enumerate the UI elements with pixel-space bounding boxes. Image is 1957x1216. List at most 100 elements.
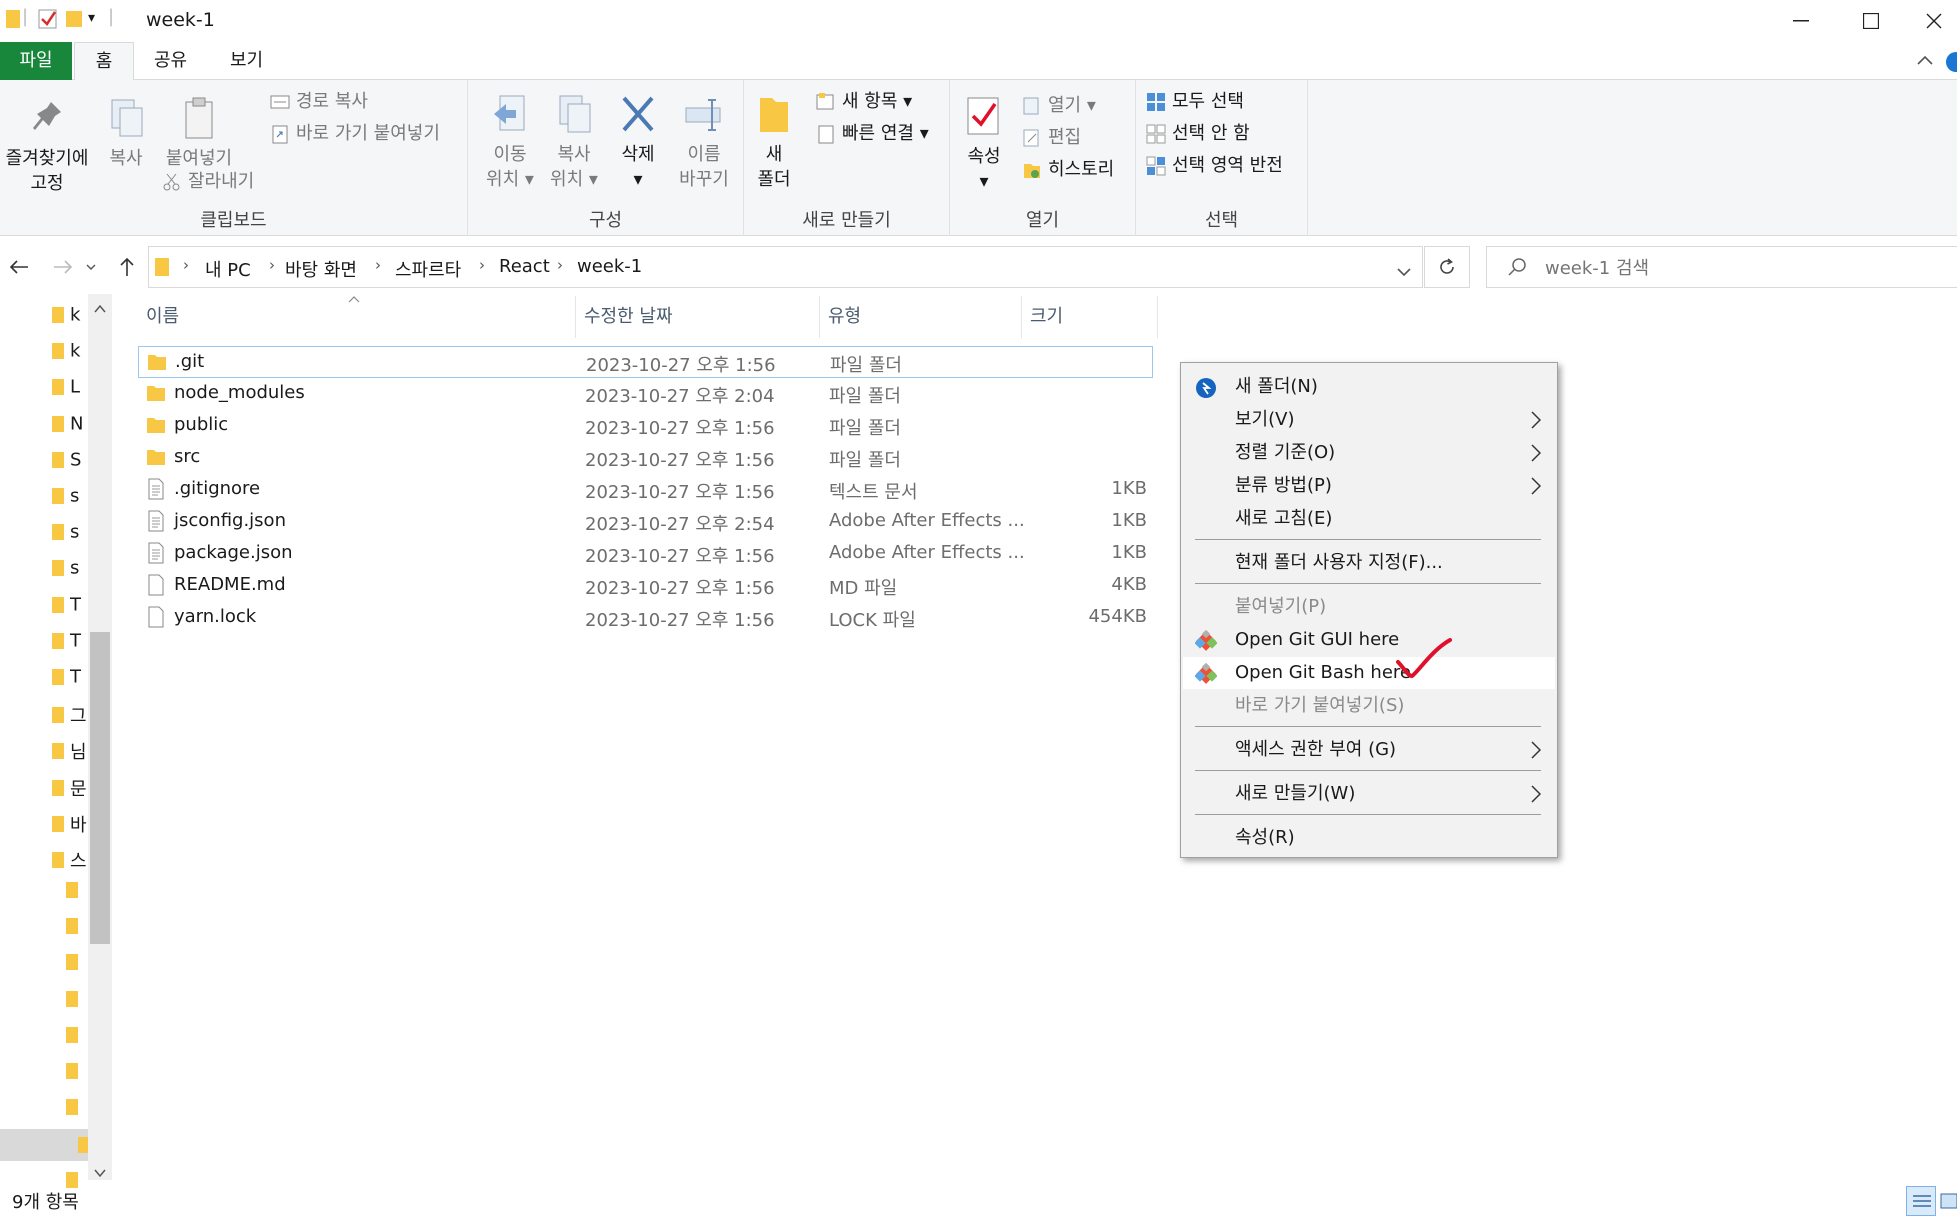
table-row[interactable]: public 2023-10-27 오후 1:56 파일 폴더 — [138, 410, 1153, 442]
table-row[interactable]: .git 2023-10-27 오후 1:56 파일 폴더 — [138, 346, 1153, 378]
address-history-chevron-icon[interactable] — [1397, 261, 1411, 282]
table-row[interactable]: yarn.lock 2023-10-27 오후 1:56 LOCK 파일 454KB — [138, 602, 1153, 634]
menu-item-f[interactable]: 현재 폴더 사용자 지정(F)... — [1183, 547, 1555, 579]
delete-button[interactable]: 삭제 ▾ — [610, 92, 666, 192]
menu-item-open-git-gui-here[interactable]: Open Git GUI here — [1183, 624, 1555, 656]
new-folder-icon[interactable] — [66, 8, 82, 35]
breadcrumb-desktop[interactable]: 바탕 화면 — [285, 256, 357, 282]
history-button[interactable]: 히스토리 — [1022, 156, 1114, 184]
nav-pane-item[interactable]: k — [52, 304, 80, 328]
nav-pane-item[interactable]: 문 — [52, 775, 87, 800]
edit-button[interactable]: 편집 — [1022, 124, 1081, 152]
nav-pane-item[interactable]: 바 — [52, 811, 87, 836]
nav-pane-item[interactable]: T — [52, 666, 81, 690]
quick-access-chevron-icon[interactable]: ▾ — [88, 10, 95, 26]
menu-item-o[interactable]: 정렬 기준(O) — [1183, 437, 1555, 469]
tab-home[interactable]: 홈 — [74, 42, 134, 81]
menu-item-n[interactable]: 새 폴더(N) — [1183, 371, 1555, 403]
menu-item-r[interactable]: 속성(R) — [1183, 822, 1555, 854]
paste-shortcut-button[interactable]: 바로 가기 붙여넣기 — [270, 120, 440, 148]
easy-access-button[interactable]: 빠른 연결 ▾ — [816, 120, 929, 148]
nav-pane-scrollbar[interactable] — [88, 294, 112, 1180]
move-to-button[interactable]: 이동 위치 ▾ — [480, 92, 540, 192]
recent-locations-chevron-icon[interactable] — [82, 250, 100, 284]
details-view-button[interactable] — [1906, 1186, 1936, 1216]
back-arrow-icon[interactable] — [4, 250, 34, 284]
breadcrumb-separator-icon[interactable]: › — [269, 256, 275, 274]
menu-item-w[interactable]: 새로 만들기(W) — [1183, 778, 1555, 810]
menu-item-v[interactable]: 보기(V) — [1183, 404, 1555, 436]
properties-check-icon[interactable] — [38, 8, 58, 35]
table-row[interactable]: jsconfig.json 2023-10-27 오후 2:54 Adobe Aft… — [138, 506, 1153, 538]
select-none-button[interactable]: 선택 안 함 — [1146, 120, 1250, 148]
tab-share[interactable]: 공유 — [138, 42, 203, 80]
address-bar[interactable]: › 내 PC › 바탕 화면 › 스파르타 › React › week-1 — [148, 246, 1423, 288]
cut-button[interactable]: 잘라내기 — [162, 168, 254, 196]
breadcrumb-separator-icon[interactable]: › — [183, 256, 189, 274]
copy-path-button[interactable]: 경로 복사 — [270, 88, 368, 116]
nav-pane-item[interactable]: s — [52, 485, 79, 509]
breadcrumb-separator-icon[interactable]: › — [375, 256, 381, 274]
menu-item-p[interactable]: 분류 방법(P) — [1183, 470, 1555, 502]
forward-arrow-icon[interactable] — [48, 250, 78, 284]
menu-item-p[interactable]: 붙여넣기(P) — [1183, 591, 1555, 623]
nav-pane-subfolder[interactable] — [66, 1097, 78, 1121]
search-input[interactable] — [1545, 255, 1945, 281]
copy-button[interactable]: 복사 — [98, 96, 154, 171]
nav-pane-item[interactable]: T — [52, 594, 81, 618]
menu-item-e[interactable]: 새로 고침(E) — [1183, 503, 1555, 535]
nav-pane-item[interactable]: S — [52, 449, 81, 473]
breadcrumb-react[interactable]: React — [499, 256, 550, 277]
nav-pane-item[interactable]: L — [52, 376, 80, 400]
up-arrow-icon[interactable] — [112, 250, 142, 284]
nav-pane-subfolder[interactable] — [0, 1129, 90, 1162]
nav-pane-subfolder[interactable] — [66, 880, 78, 904]
nav-pane-item[interactable]: N — [52, 413, 83, 437]
column-header-name[interactable]: 이름 — [138, 296, 576, 338]
table-row[interactable]: README.md 2023-10-27 오후 1:56 MD 파일 4KB — [138, 570, 1153, 602]
maximize-button[interactable] — [1840, 0, 1902, 42]
collapse-ribbon-icon[interactable] — [1916, 50, 1934, 71]
breadcrumb-separator-icon[interactable]: › — [479, 256, 485, 274]
rename-button[interactable]: 이름 바꾸기 — [672, 92, 736, 192]
table-row[interactable]: .gitignore 2023-10-27 오후 1:56 텍스트 문서 1KB — [138, 474, 1153, 506]
scroll-down-icon[interactable] — [94, 1162, 106, 1183]
breadcrumb-this-pc[interactable]: 내 PC — [205, 256, 251, 282]
nav-pane-item[interactable]: s — [52, 557, 79, 581]
nav-pane-item[interactable]: 스 — [52, 847, 87, 872]
help-icon[interactable] — [1946, 52, 1957, 72]
nav-pane-subfolder[interactable] — [66, 916, 78, 940]
tab-view[interactable]: 보기 — [214, 42, 279, 80]
nav-pane-subfolder[interactable] — [66, 1025, 78, 1049]
table-row[interactable]: node_modules 2023-10-27 오후 2:04 파일 폴더 — [138, 378, 1153, 410]
nav-pane-item[interactable]: 그 — [52, 702, 87, 727]
menu-item-g[interactable]: 액세스 권한 부여 (G) — [1183, 734, 1555, 766]
menu-item-s[interactable]: 바로 가기 붙여넣기(S) — [1183, 690, 1555, 722]
breadcrumb-week-1[interactable]: week-1 — [577, 256, 642, 277]
scroll-thumb[interactable] — [90, 632, 110, 944]
nav-pane-subfolder[interactable] — [66, 1061, 78, 1085]
nav-pane-item[interactable]: 님 — [52, 738, 87, 763]
nav-pane-item[interactable]: k — [52, 340, 80, 364]
nav-pane-item[interactable]: s — [52, 521, 79, 545]
tab-file[interactable]: 파일 — [0, 42, 72, 80]
column-header-date[interactable]: 수정한 날짜 — [576, 296, 820, 338]
select-all-button[interactable]: 모두 선택 — [1146, 88, 1244, 116]
nav-pane-subfolder[interactable] — [66, 989, 78, 1013]
minimize-button[interactable] — [1770, 0, 1832, 42]
pin-quick-access-button[interactable]: 즐겨찾기에 고정 — [2, 96, 92, 196]
new-folder-button[interactable]: 새 폴더 — [750, 92, 798, 192]
open-button[interactable]: 열기 ▾ — [1022, 92, 1096, 120]
nav-pane-subfolder[interactable] — [66, 952, 78, 976]
properties-button[interactable]: 속성 ▾ — [958, 94, 1010, 194]
copy-to-button[interactable]: 복사 위치 ▾ — [544, 92, 604, 192]
table-row[interactable]: src 2023-10-27 오후 1:56 파일 폴더 — [138, 442, 1153, 474]
menu-item-open-git-bash-here[interactable]: Open Git Bash here — [1183, 657, 1555, 689]
search-box[interactable] — [1486, 246, 1957, 288]
scroll-up-icon[interactable] — [94, 298, 106, 319]
large-icons-view-button[interactable] — [1940, 1188, 1957, 1214]
paste-button[interactable]: 붙여넣기 — [158, 96, 240, 171]
nav-pane-item[interactable]: T — [52, 630, 81, 654]
invert-selection-button[interactable]: 선택 영역 반전 — [1146, 152, 1283, 180]
column-header-size[interactable]: 크기 — [1022, 296, 1158, 338]
